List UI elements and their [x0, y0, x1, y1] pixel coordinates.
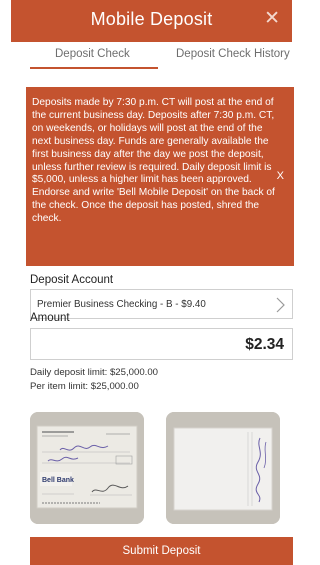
submit-deposit-button[interactable]: Submit Deposit — [30, 537, 293, 565]
deposit-account-value: Premier Business Checking - B - $9.40 — [37, 299, 206, 310]
modal-header: Mobile Deposit ✕ — [11, 0, 292, 42]
tab-deposit-check[interactable]: Deposit Check — [55, 48, 130, 60]
daily-limit-text: Daily deposit limit: $25,000.00 — [30, 367, 158, 378]
deposit-notice-banner: Deposits made by 7:30 p.m. CT will post … — [26, 87, 294, 266]
dismiss-notice-button[interactable]: X — [277, 170, 284, 182]
deposit-account-label: Deposit Account — [30, 274, 114, 286]
close-icon[interactable]: ✕ — [264, 9, 280, 29]
check-back-image[interactable] — [166, 412, 280, 524]
check-front-photo: Bell Bank — [30, 412, 144, 524]
left-frame — [0, 0, 11, 565]
tab-bar: Deposit Check Deposit Check History — [11, 42, 292, 70]
check-back-photo — [166, 412, 280, 524]
tab-deposit-check-history[interactable]: Deposit Check History — [176, 48, 290, 60]
amount-input[interactable]: $2.34 — [30, 328, 293, 360]
per-item-limit-text: Per item limit: $25,000.00 — [30, 381, 139, 392]
chevron-right-icon — [276, 297, 285, 313]
deposit-notice-text: Deposits made by 7:30 p.m. CT will post … — [32, 97, 275, 225]
modal-content: Deposit Check Deposit Check History Depo… — [11, 42, 294, 565]
amount-value: $2.34 — [245, 336, 284, 353]
amount-label: Amount — [30, 312, 70, 324]
right-frame — [292, 0, 303, 565]
active-tab-indicator — [30, 67, 158, 69]
modal-title: Mobile Deposit — [90, 9, 213, 29]
check-front-bank-name: Bell Bank — [42, 477, 74, 484]
check-front-image[interactable]: Bell Bank — [30, 412, 144, 524]
